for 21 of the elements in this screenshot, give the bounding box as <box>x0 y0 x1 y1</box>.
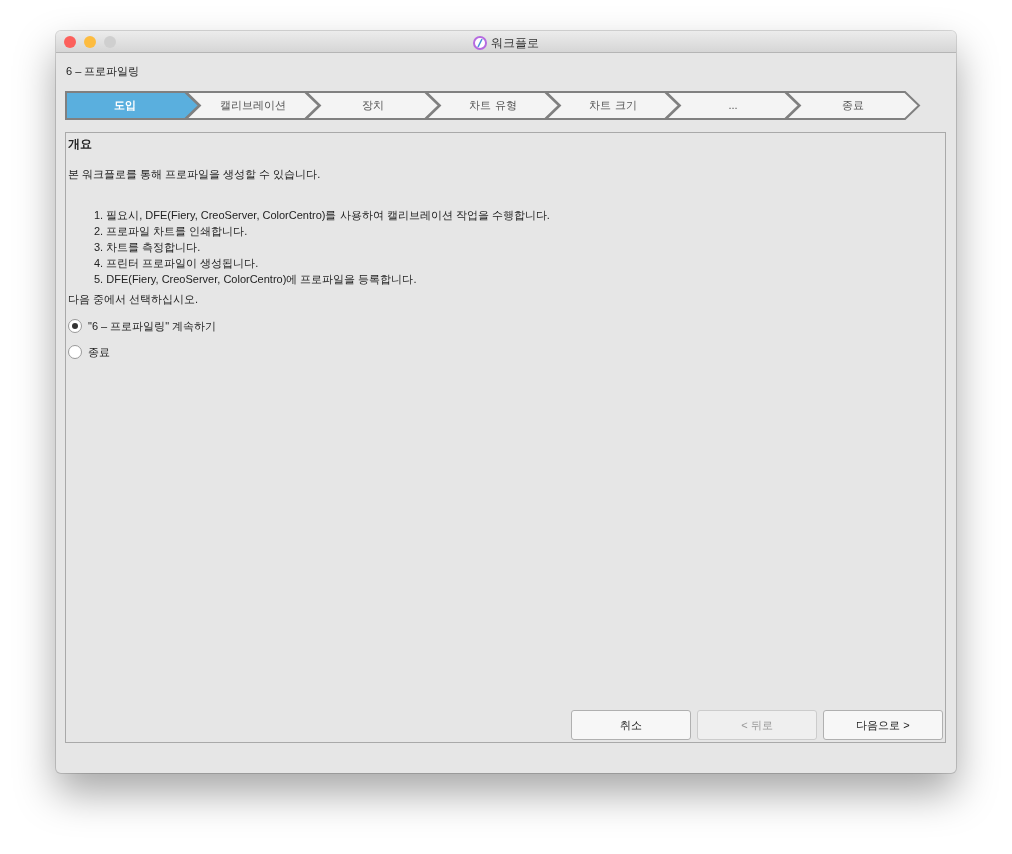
prompt-text: 다음 중에서 선택하십시오. <box>68 293 199 305</box>
option-label[interactable]: 종료 <box>88 344 110 361</box>
section-title: 개요 <box>68 136 92 151</box>
list-item: 5. DFE(Fiery, CreoServer, ColorCentro)에 프로파일을 등록합니다. <box>94 273 417 285</box>
wizard-button[interactable]: 다음으로 > <box>823 710 943 740</box>
wizard-button[interactable]: 취소 <box>571 710 691 740</box>
radio-button[interactable] <box>68 345 82 360</box>
radio-button[interactable] <box>68 318 82 333</box>
minimize-icon[interactable] <box>84 35 96 48</box>
list-item: 1. 필요시, DFE(Fiery, CreoServer, ColorCentro)를 사용하여 캘리브레이션 작업을 수행합니다. <box>94 209 550 221</box>
zoom-icon <box>104 35 116 48</box>
page-heading: 6 – 프로파일링 <box>66 65 140 77</box>
step-tab[interactable]: 종료 <box>785 90 921 120</box>
list-item: 3. 차트를 측정합니다. <box>94 241 201 253</box>
app-logo-icon <box>473 36 487 50</box>
window-title: 워크플로 <box>491 35 539 52</box>
list-item: 4. 프린터 프로파일이 생성됩니다. <box>94 257 259 269</box>
close-icon[interactable] <box>64 35 76 48</box>
intro-text: 본 워크플로를 통해 프로파일을 생성할 수 있습니다. <box>68 167 321 180</box>
option-label[interactable]: "6 – 프로파일링" 계속하기 <box>88 317 217 334</box>
list-item: 2. 프로파일 차트를 인쇄합니다. <box>94 225 248 237</box>
